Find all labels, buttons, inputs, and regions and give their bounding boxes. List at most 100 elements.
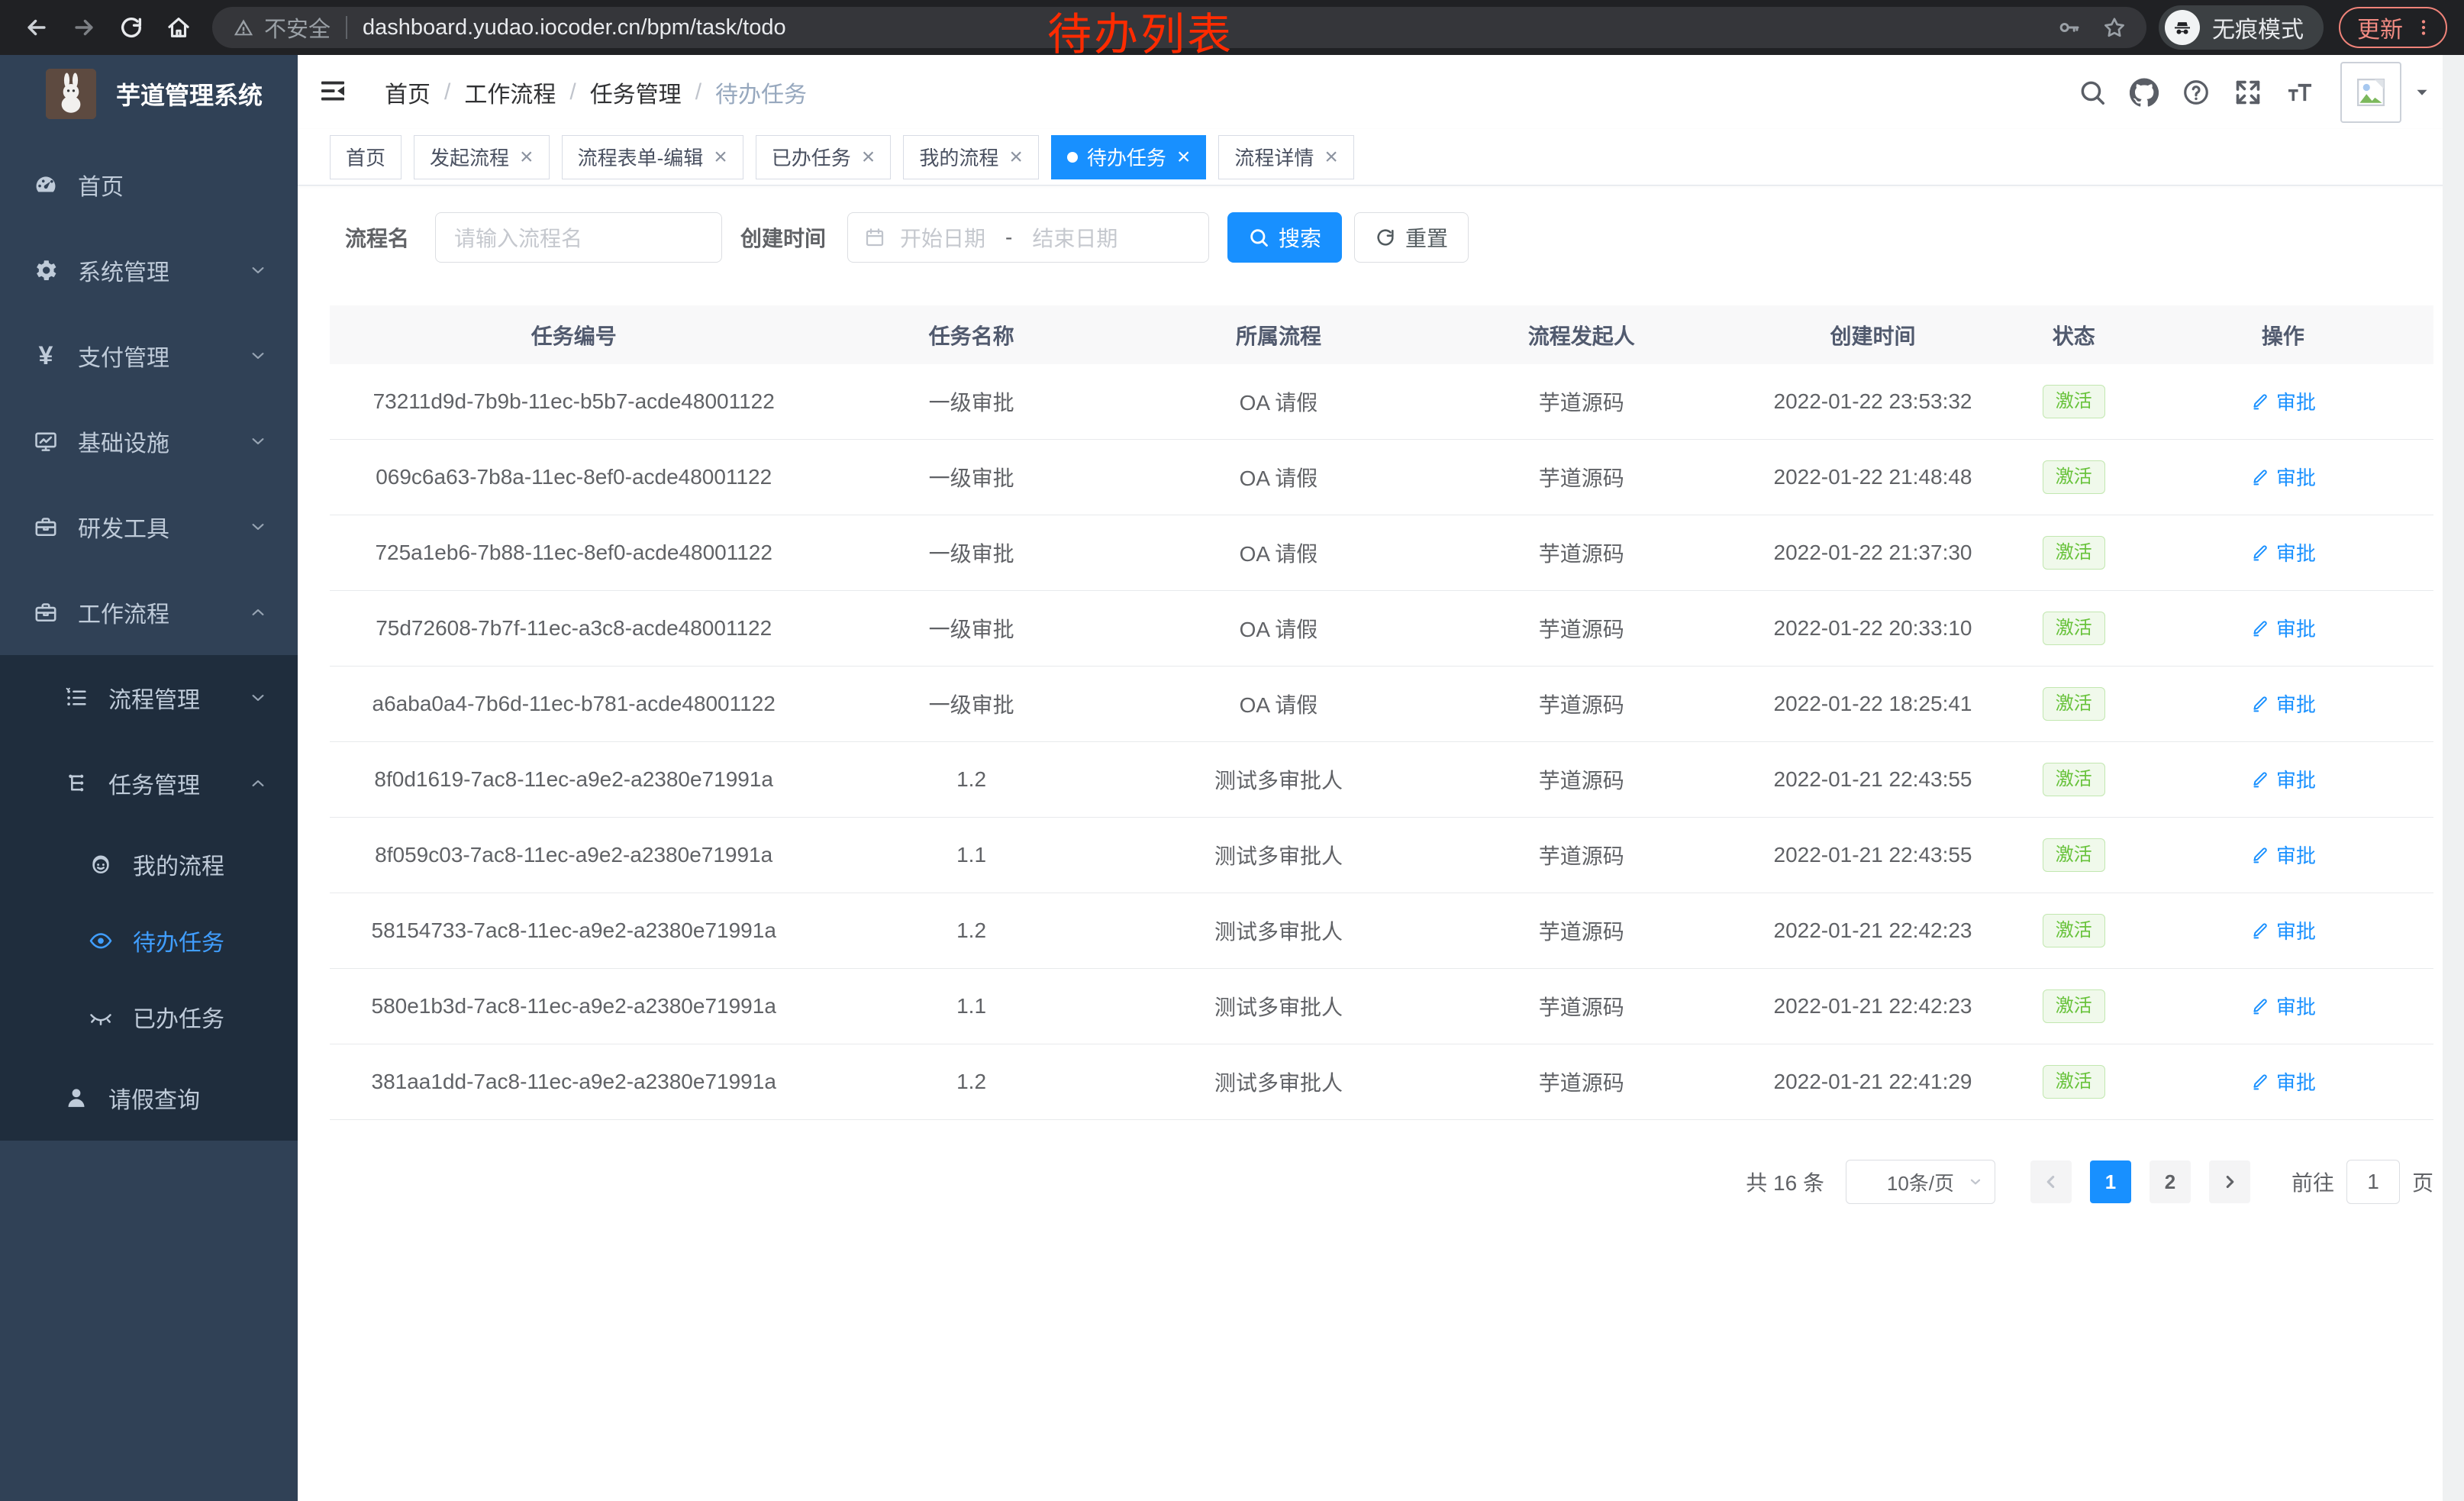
sidebar-item-label: 请假查询 [108, 1081, 200, 1115]
approve-link[interactable]: 审批 [2250, 463, 2316, 491]
task-id-cell: 069c6a63-7b8a-11ec-8ef0-acde48001122 [330, 465, 818, 489]
tab-process-detail[interactable]: 流程详情× [1218, 135, 1354, 179]
browser-update-button[interactable]: 更新 [2339, 7, 2447, 48]
sidebar-item-task-management[interactable]: 任务管理 [0, 741, 298, 826]
help-icon[interactable] [2182, 78, 2211, 107]
avatar-caret-icon[interactable] [2412, 82, 2432, 102]
url-text[interactable]: dashboard.yudao.iocoder.cn/bpm/task/todo [363, 15, 786, 40]
sidebar-item-system-management[interactable]: 系统管理 [0, 228, 298, 313]
page-button-2[interactable]: 2 [2150, 1160, 2191, 1203]
approve-link[interactable]: 审批 [2250, 992, 2316, 1020]
initiator-cell: 芋道源码 [1432, 462, 1730, 492]
goto-page-input[interactable]: 1 [2346, 1160, 2400, 1204]
tab-close-icon[interactable]: × [520, 146, 534, 169]
page-size-select[interactable]: 10条/页 [1846, 1160, 1995, 1204]
browser-menu-dots-icon[interactable] [2414, 18, 2433, 37]
status-cell: 激活 [2015, 612, 2133, 646]
approve-link[interactable]: 审批 [2250, 538, 2316, 567]
reset-button[interactable]: 重置 [1354, 212, 1469, 263]
next-page-button[interactable] [2209, 1160, 2250, 1203]
tab-close-icon[interactable]: × [1324, 146, 1338, 169]
breadcrumb-item[interactable]: 首页 [385, 76, 431, 109]
approve-link-label: 审批 [2276, 538, 2316, 567]
column-header: 创建时间 [1730, 320, 2014, 350]
approve-link[interactable]: 审批 [2250, 689, 2316, 718]
breadcrumb-item[interactable]: 任务管理 [590, 76, 682, 109]
approve-link[interactable]: 审批 [2250, 841, 2316, 869]
browser-reload-icon[interactable] [111, 8, 151, 47]
process-cell: OA 请假 [1125, 386, 1432, 417]
task-id-cell: 8f0d1619-7ac8-11ec-a9e2-a2380e71991a [330, 767, 818, 792]
tab-close-icon[interactable]: × [1009, 146, 1023, 169]
start-date-placeholder: 开始日期 [900, 222, 985, 253]
goto-label: 前往 [2291, 1167, 2334, 1197]
edit-pencil-icon [2250, 693, 2270, 713]
app-logo-row[interactable]: 芋道管理系统 [0, 55, 298, 133]
page-content: 流程名 请输入流程名 创建时间 开始日期 - 结束日期 搜索 重置 [298, 186, 2464, 1204]
task-name-cell: 一级审批 [818, 537, 1124, 568]
sidebar-item-leave-query[interactable]: 请假查询 [0, 1055, 298, 1141]
sidebar-item-workflow[interactable]: 工作流程 [0, 570, 298, 655]
page-button-1[interactable]: 1 [2090, 1160, 2131, 1203]
tab-home[interactable]: 首页 [330, 135, 402, 179]
browser-forward-icon[interactable] [64, 8, 104, 47]
approve-link[interactable]: 审批 [2250, 387, 2316, 415]
approve-link[interactable]: 审批 [2250, 614, 2316, 642]
breadcrumb: 首页/工作流程/任务管理/待办任务 [385, 76, 807, 109]
goto-unit-label: 页 [2412, 1167, 2433, 1197]
sidebar-item-my-process[interactable]: 我的流程 [0, 826, 298, 902]
action-cell: 审批 [2133, 841, 2433, 870]
sidebar-item-infrastructure[interactable]: 基础设施 [0, 399, 298, 484]
browser-home-icon[interactable] [159, 8, 198, 47]
sidebar-fold-icon[interactable] [318, 76, 351, 109]
tab-my-process[interactable]: 我的流程× [903, 135, 1039, 179]
yen-icon: ¥ [32, 342, 60, 370]
approve-link[interactable]: 审批 [2250, 765, 2316, 793]
bookmark-star-icon[interactable] [2102, 15, 2127, 40]
tab-done-tasks[interactable]: 已办任务× [756, 135, 892, 179]
search-button[interactable]: 搜索 [1227, 212, 1342, 263]
page-scrollbar[interactable] [2443, 55, 2464, 1501]
sidebar-item-todo-tasks[interactable]: 待办任务 [0, 902, 298, 979]
task-name-cell: 一级审批 [818, 462, 1124, 492]
calendar-icon [863, 226, 886, 249]
browser-address-bar[interactable]: 不安全 dashboard.yudao.iocoder.cn/bpm/task/… [212, 7, 2146, 48]
breadcrumb-item[interactable]: 工作流程 [464, 76, 556, 109]
fullscreen-icon[interactable] [2233, 78, 2262, 107]
edit-pencil-icon [2250, 391, 2270, 411]
browser-back-icon[interactable] [17, 8, 56, 47]
github-icon[interactable] [2130, 78, 2159, 107]
approve-link[interactable]: 审批 [2250, 1067, 2316, 1096]
sidebar-item-payment-management[interactable]: ¥支付管理 [0, 313, 298, 399]
process-name-input[interactable]: 请输入流程名 [435, 212, 722, 263]
task-id-cell: a6aba0a4-7b6d-11ec-b781-acde48001122 [330, 692, 818, 716]
tab-close-icon[interactable]: × [714, 146, 727, 169]
chevron-left-icon [2041, 1172, 2061, 1192]
font-size-icon[interactable] [2285, 78, 2314, 107]
table-row: 580e1b3d-7ac8-11ec-a9e2-a2380e71991a1.1测… [330, 969, 2433, 1044]
user-avatar[interactable] [2340, 62, 2401, 123]
tab-start-process[interactable]: 发起流程× [414, 135, 550, 179]
toolbox-icon [32, 513, 60, 541]
breadcrumb-separator: / [569, 79, 576, 105]
password-key-icon[interactable] [2056, 15, 2081, 40]
search-icon[interactable] [2078, 78, 2107, 107]
create-time-cell: 2022-01-21 22:41:29 [1730, 1070, 2014, 1094]
create-time-range-picker[interactable]: 开始日期 - 结束日期 [847, 212, 1209, 263]
approve-link[interactable]: 审批 [2250, 916, 2316, 944]
sidebar-item-done-tasks[interactable]: 已办任务 [0, 979, 298, 1055]
table-body: 73211d9d-7b9b-11ec-b5b7-acde48001122一级审批… [330, 364, 2433, 1120]
status-cell: 激活 [2015, 1065, 2133, 1099]
sidebar-item-dev-tools[interactable]: 研发工具 [0, 484, 298, 570]
sidebar-item-process-management[interactable]: 流程管理 [0, 655, 298, 741]
tab-todo-tasks[interactable]: 待办任务× [1051, 135, 1207, 179]
tab-close-icon[interactable]: × [1177, 146, 1191, 169]
sidebar-item-home[interactable]: 首页 [0, 142, 298, 228]
column-header: 任务名称 [818, 320, 1124, 350]
tab-process-form-edit[interactable]: 流程表单-编辑× [562, 135, 743, 179]
tab-close-icon[interactable]: × [862, 146, 876, 169]
task-id-cell: 381aa1dd-7ac8-11ec-a9e2-a2380e71991a [330, 1070, 818, 1094]
status-badge: 激活 [2043, 838, 2105, 873]
prev-page-button[interactable] [2030, 1160, 2072, 1203]
action-cell: 审批 [2133, 538, 2433, 568]
